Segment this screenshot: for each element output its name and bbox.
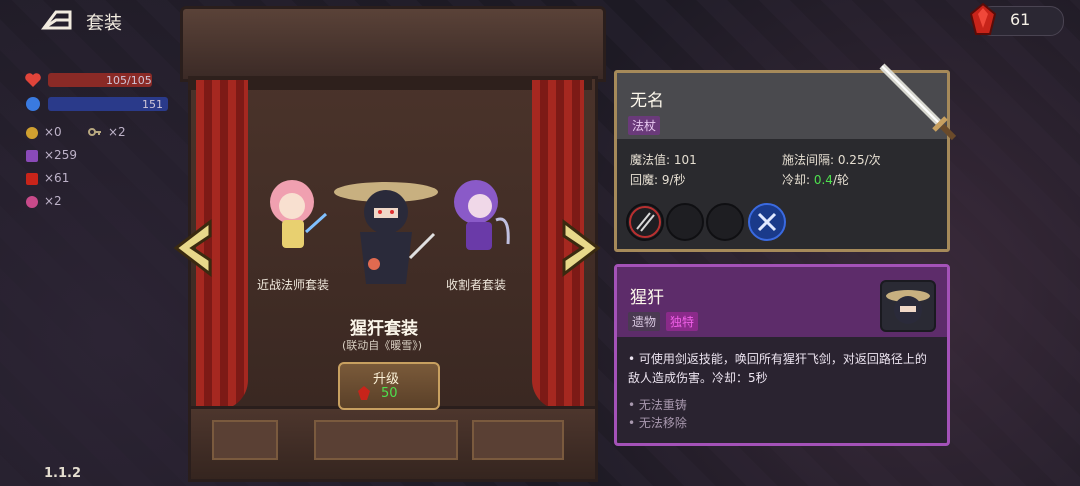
drawer-right <box>472 420 564 460</box>
stat-mana: 魔法值: 101 <box>630 153 697 167</box>
character-label-reaper: 收割者套装 <box>446 278 507 292</box>
rune-slot-2[interactable] <box>666 203 704 241</box>
page-title: 套装 <box>86 13 122 34</box>
gem-count-hud: ×61 <box>44 171 70 185</box>
mana-icon <box>26 97 40 111</box>
reaper-character[interactable] <box>436 174 516 264</box>
relic-portrait <box>880 280 936 332</box>
red-gem-icon <box>26 173 38 185</box>
crossed-swords-icon <box>757 212 777 232</box>
relic-tag-relic: 遗物 <box>628 312 661 331</box>
crystal-count: ×259 <box>44 148 77 162</box>
stat-cast-interval: 施法间隔: 0.25/次 <box>782 153 881 167</box>
next-arrow-icon[interactable] <box>560 218 604 278</box>
weapon-type-tag: 法杖 <box>628 116 661 135</box>
relic-note-reforge: • 无法重铸 <box>628 398 687 412</box>
coin-icon <box>26 127 38 139</box>
slash-rune-icon <box>629 206 661 238</box>
relic-tag-unique: 独特 <box>666 312 699 331</box>
hunter-portrait-icon <box>886 290 930 324</box>
hp-value: 105/105 <box>106 74 152 87</box>
stat-mana-regen: 回魔: 9/秒 <box>630 173 686 187</box>
red-gem-icon <box>358 386 370 400</box>
upgrade-cost: 50 <box>381 386 398 401</box>
drawer-left <box>212 420 278 460</box>
relic-note-remove: • 无法移除 <box>628 416 687 430</box>
weapon-name: 无名 <box>630 91 664 111</box>
rune-slot-3[interactable] <box>706 203 744 241</box>
purple-crystal-icon <box>26 150 38 162</box>
prev-arrow-icon[interactable] <box>170 218 214 278</box>
coin-count: ×0 <box>44 125 62 139</box>
red-gem-icon <box>969 2 997 35</box>
sword-icon <box>879 63 957 141</box>
heart-icon <box>25 73 41 87</box>
rune-slot-1[interactable] <box>626 203 664 241</box>
key-count: ×2 <box>108 125 126 139</box>
flower-count: ×2 <box>44 194 62 208</box>
hunter-character[interactable] <box>330 172 440 292</box>
set-name: 猩犴套装 <box>350 319 418 339</box>
drawer-middle <box>314 420 458 460</box>
flower-icon <box>26 196 38 208</box>
relic-description: • 可使用剑返技能，唤回所有猩犴飞剑，对返回路径上的敌人造成伤害。冷却：5秒 <box>628 352 927 385</box>
set-subtitle: (联动自《暖雪》) <box>342 339 423 352</box>
character-label-melee-mage: 近战法师套装 <box>257 278 330 292</box>
upgrade-label: 升级 <box>373 372 400 387</box>
stat-cooldown: 冷却: 0.4/轮 <box>782 173 849 187</box>
rune-slot-4[interactable] <box>748 203 786 241</box>
key-icon <box>88 128 101 136</box>
mp-value: 151 <box>142 98 163 111</box>
back-arrow-icon[interactable] <box>40 8 76 32</box>
relic-name: 猩犴 <box>630 288 664 308</box>
version-label: 1.1.2 <box>44 466 82 481</box>
melee-mage-character[interactable] <box>262 172 332 262</box>
gem-count: 61 <box>1010 10 1031 29</box>
stage-crown <box>180 6 606 82</box>
